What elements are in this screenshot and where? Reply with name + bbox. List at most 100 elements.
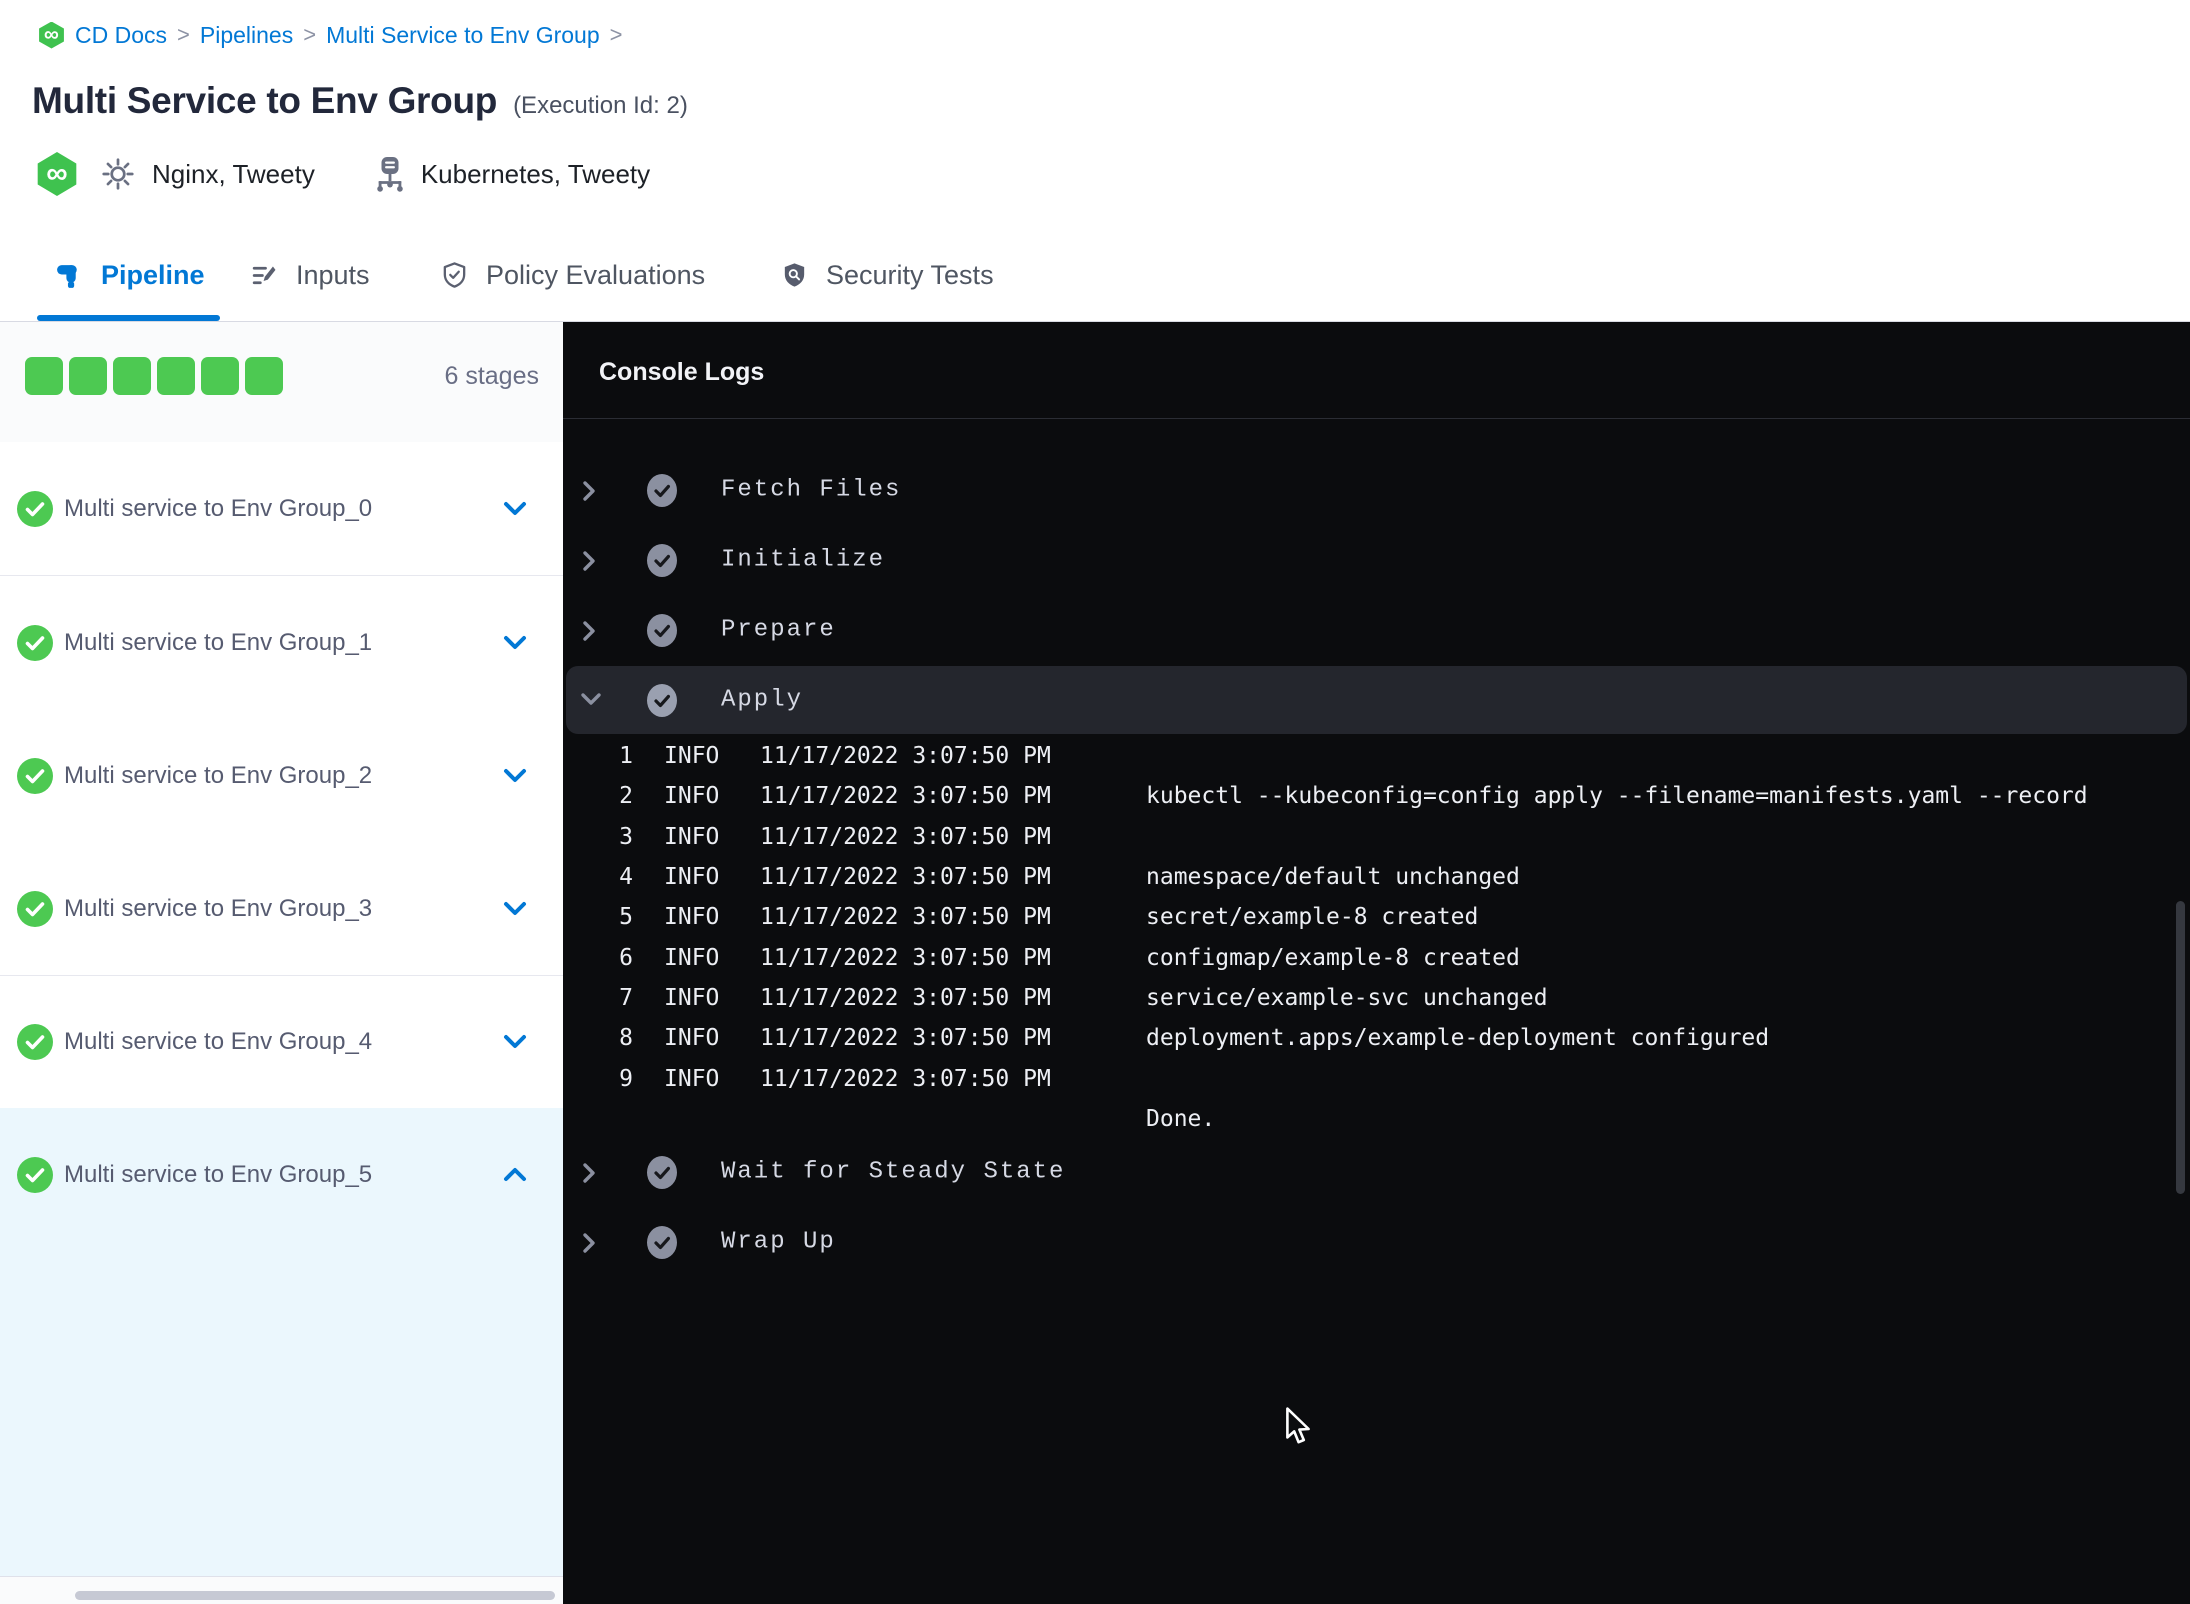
breadcrumb-pipelines[interactable]: Pipelines [200,22,293,49]
chevron-right-icon[interactable] [580,620,598,647]
tab-bar: Pipeline Inputs Policy Evaluations Secur… [0,230,2190,322]
tab-security-tests-label: Security Tests [826,260,994,290]
stage-row[interactable]: Multi service to Env Group_4 [0,976,563,1109]
stage-row[interactable]: Multi service to Env Group_3 [0,842,563,976]
log-level: INFO [664,1066,720,1092]
stage-name: Multi service to Env Group_1 [64,628,373,656]
chevron-down-icon[interactable] [500,632,530,659]
log-line: 8 INFO 11/17/2022 3:07:50 PM deployment.… [563,1018,2190,1058]
pipeline-icon [55,261,84,290]
stage-square [245,357,283,395]
log-message: secret/example-8 created [1146,904,1479,930]
console-step-wait-for-steady-state[interactable]: Wait for Steady State [563,1137,2190,1207]
harness-cd-icon: ∞ [39,21,64,49]
log-footer-line: Done. [563,1099,2190,1139]
chevron-right-icon[interactable] [580,1232,598,1259]
tab-policy-evaluations[interactable]: Policy Evaluations [440,230,705,321]
log-timestamp: 11/17/2022 3:07:50 PM [760,743,1051,769]
breadcrumb-pipeline-name[interactable]: Multi Service to Env Group [326,22,600,49]
console-step-label: Apply [721,686,804,714]
log-line-number: 4 [619,864,633,890]
log-message: configmap/example-8 created [1146,945,1520,971]
log-line-number: 9 [619,1066,633,1092]
log-line-number: 2 [619,783,633,809]
vertical-scrollbar-thumb[interactable] [2176,901,2185,1194]
stage-square [157,357,195,395]
log-timestamp: 11/17/2022 3:07:50 PM [760,783,1051,809]
stages-summary: 6 stages [0,322,563,443]
tab-policy-evaluations-label: Policy Evaluations [486,260,706,290]
log-level: INFO [664,864,720,890]
chevron-down-icon[interactable] [500,1031,530,1058]
log-level: INFO [664,824,720,850]
log-level: INFO [664,783,720,809]
log-line-number: 8 [619,1025,633,1051]
log-line-number: 1 [619,743,633,769]
chevron-right-icon[interactable] [580,1162,598,1189]
log-timestamp: 11/17/2022 3:07:50 PM [760,824,1051,850]
horizontal-scrollbar-thumb[interactable] [75,1591,555,1600]
tab-inputs[interactable]: Inputs [250,230,370,321]
execution-meta-row: ∞ Nginx, Tweety Kubernetes, Tweety [36,150,650,198]
stage-row[interactable]: Multi service to Env Group_0 [0,442,563,576]
chevron-down-icon[interactable] [500,898,530,925]
stages-sidebar: 6 stages Multi service to Env Group_0 Mu… [0,322,563,1604]
stage-row-expanded[interactable]: Multi service to Env Group_5 [0,1108,563,1242]
stage-name: Multi service to Env Group_0 [64,494,373,522]
console-step-prepare[interactable]: Prepare [563,595,2190,665]
log-timestamp: 11/17/2022 3:07:50 PM [760,985,1051,1011]
chevron-down-icon[interactable] [500,765,530,792]
console-divider [563,418,2190,419]
page-title: Multi Service to Env Group [32,80,498,121]
breadcrumb-separator: > [177,22,190,47]
pipeline-execution-screen: ∞ CD Docs > Pipelines > Multi Service to… [0,0,2190,1604]
console-step-label: Prepare [721,616,836,644]
console-step-label: Initialize [721,546,886,574]
chevron-down-icon[interactable] [580,690,602,713]
step-success-check-icon [647,1156,677,1194]
step-success-check-icon [647,544,677,582]
service-label: Nginx, Tweety [152,158,315,189]
execution-id: (Execution Id: 2) [513,92,688,119]
policy-shield-icon [440,261,469,290]
chevron-right-icon[interactable] [580,550,598,577]
log-timestamp: 11/17/2022 3:07:50 PM [760,1025,1051,1051]
log-line: 9 INFO 11/17/2022 3:07:50 PM [563,1059,2190,1099]
console-step-wrap-up[interactable]: Wrap Up [563,1207,2190,1277]
chevron-down-icon[interactable] [500,498,530,525]
stage-progress-squares [25,357,283,395]
breadcrumb-separator: > [609,22,623,47]
stage-row[interactable]: Multi service to Env Group_2 [0,709,563,843]
title-row: Multi Service to Env Group (Execution Id… [32,80,688,122]
breadcrumb-cd-docs[interactable]: CD Docs [75,22,167,49]
security-shield-icon [780,261,809,290]
console-logs-panel: Console Logs Fetch Files Initialize Prep… [563,322,2190,1604]
tab-pipeline[interactable]: Pipeline [55,230,205,321]
log-level: INFO [664,1025,720,1051]
stage-name: Multi service to Env Group_4 [64,1028,373,1055]
console-step-initialize[interactable]: Initialize [563,525,2190,595]
tab-inputs-label: Inputs [296,260,370,290]
log-line-number: 5 [619,904,633,930]
log-timestamp: 11/17/2022 3:07:50 PM [760,945,1051,971]
step-success-check-icon [647,474,677,512]
breadcrumb: ∞ CD Docs > Pipelines > Multi Service to… [38,18,623,52]
active-tab-underline [37,315,220,321]
log-timestamp: 11/17/2022 3:07:50 PM [760,904,1051,930]
log-line: 6 INFO 11/17/2022 3:07:50 PM configmap/e… [563,938,2190,978]
log-done-message: Done. [1146,1106,1216,1132]
console-step-label: Wait for Steady State [721,1158,1066,1186]
chevron-right-icon[interactable] [580,480,598,507]
log-message: service/example-svc unchanged [1146,985,1548,1011]
stage-row[interactable]: Multi service to Env Group_1 [0,576,563,710]
success-check-icon [17,890,53,932]
log-level: INFO [664,985,720,1011]
log-timestamp: 11/17/2022 3:07:50 PM [760,864,1051,890]
tab-security-tests[interactable]: Security Tests [780,230,994,321]
console-step-apply[interactable]: Apply [566,666,2187,734]
step-success-check-icon [647,1226,677,1264]
console-step-fetch-files[interactable]: Fetch Files [563,455,2190,525]
log-level: INFO [664,743,720,769]
chevron-up-icon[interactable] [500,1164,530,1191]
inputs-icon [250,261,279,290]
